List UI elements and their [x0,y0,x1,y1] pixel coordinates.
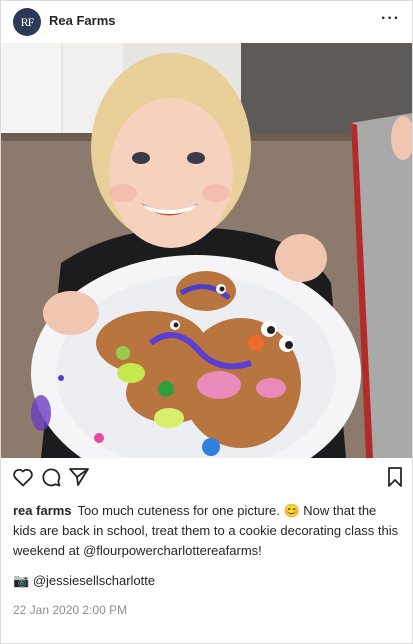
caption-username[interactable]: rea farms [13,503,72,518]
action-bar [1,465,412,493]
avatar[interactable]: RF [13,8,41,36]
photo-illustration [1,43,412,458]
post-timestamp: 22 Jan 2020 2:00 PM [13,603,128,617]
photo-credit: 📷 @jessiesellscharlotte [13,571,155,591]
avatar-initials: RF [20,14,35,29]
post-photo[interactable] [1,43,412,458]
credit-handle[interactable]: @jessiesellscharlotte [33,573,155,588]
instagram-post: RF Rea Farms ··· rea farms Too much cute… [0,0,413,644]
post-caption: rea farms Too much cuteness for one pictu… [13,501,401,561]
share-icon[interactable] [67,465,91,489]
username[interactable]: Rea Farms [49,13,115,28]
camera-icon: 📷 [13,573,30,588]
bookmark-icon[interactable] [383,465,407,489]
post-header: RF Rea Farms ··· [1,1,412,43]
comment-icon[interactable] [39,465,63,489]
heart-icon[interactable] [11,465,35,489]
more-options-icon[interactable]: ··· [381,11,400,27]
